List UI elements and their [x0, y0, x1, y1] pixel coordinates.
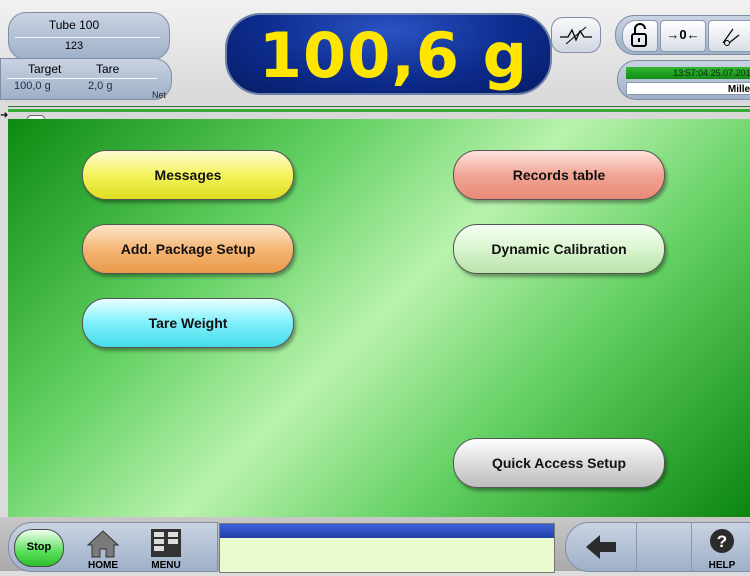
filter-icon — [560, 26, 592, 45]
messages-button[interactable]: Messages — [82, 150, 294, 200]
menu-button[interactable]: MENU — [137, 523, 195, 571]
footer: Stop HOME MENU ? HELP — [0, 517, 750, 573]
unlock-button[interactable] — [622, 20, 658, 52]
weight-display: 100,6 g — [225, 13, 552, 95]
target-label: Target — [28, 62, 62, 76]
svg-text:?: ? — [717, 532, 727, 551]
home-button[interactable]: HOME — [74, 523, 132, 571]
net-label: Net — [152, 90, 167, 100]
menu-icon — [151, 529, 181, 557]
target-tare-panel: Target Tare 100,0 g 2,0 g — [0, 58, 172, 100]
product-code: 123 — [64, 40, 84, 52]
product-name: Tube 100 — [48, 18, 100, 32]
zero-button[interactable]: →0← — [660, 20, 706, 52]
back-arrow-icon — [586, 535, 616, 559]
unlock-icon — [631, 23, 647, 47]
main-area: Messages Records table Add. Package Setu… — [8, 119, 750, 517]
weight-value: 100,6 g — [258, 19, 528, 92]
header: Tube 100 123 Target Tare 100,0 g 2,0 g N… — [0, 0, 750, 103]
tare-weight-button[interactable]: Tare Weight — [82, 298, 294, 348]
tools-group: →0← — [615, 15, 750, 55]
calibration-button[interactable] — [708, 20, 750, 52]
stop-button[interactable]: Stop — [14, 529, 64, 567]
message-bar — [219, 523, 555, 573]
product-info[interactable]: Tube 100 123 — [8, 12, 170, 60]
records-table-button[interactable]: Records table — [453, 150, 665, 200]
back-button[interactable] — [566, 523, 636, 571]
divider — [15, 37, 160, 38]
tare-label: Tare — [96, 62, 120, 76]
help-label: HELP — [708, 560, 736, 571]
menu-label: MENU — [151, 560, 181, 571]
progress-strip — [8, 106, 750, 119]
blank-button[interactable] — [636, 523, 692, 571]
help-icon: ? — [710, 529, 734, 553]
user-name[interactable]: Miller — [626, 82, 750, 95]
calibration-icon — [722, 28, 740, 46]
stop-label: Stop — [26, 541, 52, 553]
action-group: ? HELP — [565, 522, 750, 572]
progress-track — [8, 109, 750, 112]
zero-label: →0← — [666, 27, 700, 42]
add-package-setup-button[interactable]: Add. Package Setup — [82, 224, 294, 274]
home-label: HOME — [88, 560, 118, 571]
help-button[interactable]: ? HELP — [691, 523, 750, 571]
message-bar-header — [220, 524, 554, 538]
status-panel: 13:57:04 25.07.2011 Miller — [617, 60, 750, 100]
quick-access-setup-button[interactable]: Quick Access Setup — [453, 438, 665, 488]
home-icon — [86, 530, 120, 558]
tare-value: 2,0 g — [88, 80, 113, 92]
dynamic-calibration-button[interactable]: Dynamic Calibration — [453, 224, 665, 274]
nav-group: Stop HOME MENU — [8, 522, 218, 572]
target-value: 100,0 g — [14, 80, 51, 92]
filter-button[interactable] — [551, 17, 601, 53]
divider — [7, 78, 157, 79]
datetime: 13:57:04 25.07.2011 — [626, 67, 750, 79]
